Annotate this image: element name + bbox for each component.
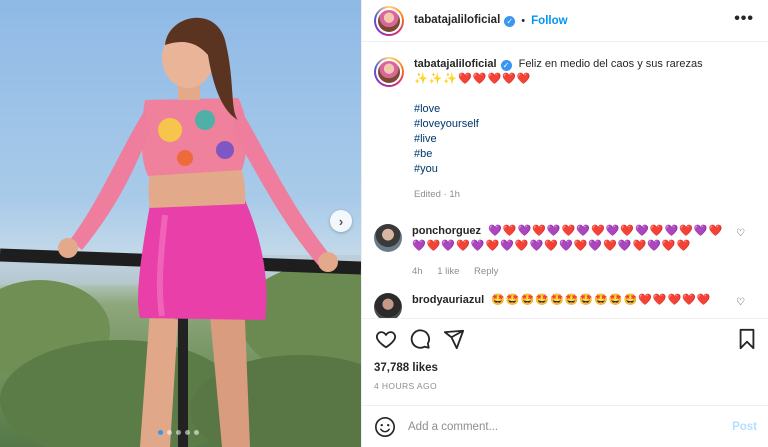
post-comment-button[interactable]: Post bbox=[732, 421, 757, 433]
heart-icon[interactable]: ♡ bbox=[736, 228, 745, 239]
commenter-username[interactable]: brodyauriazul bbox=[412, 294, 484, 306]
heart-icon[interactable]: ♡ bbox=[736, 297, 745, 308]
hashtag-link[interactable]: #be bbox=[414, 147, 703, 162]
caption-username[interactable]: tabatajaliloficial ✓ bbox=[414, 58, 512, 71]
more-icon[interactable]: ••• bbox=[734, 11, 754, 27]
comment-time: 4h bbox=[412, 266, 423, 277]
comment-meta: 4h 1 like Reply bbox=[412, 264, 732, 279]
caption-avatar[interactable] bbox=[374, 57, 404, 87]
carousel-dot bbox=[194, 430, 199, 435]
comment-item: ponchorguez 💜❤️💜❤️💜❤️💜❤️💜❤️💜❤️💜❤️💜❤️💜❤️💜… bbox=[374, 224, 757, 279]
hashtag-link[interactable]: #love bbox=[414, 102, 703, 117]
hashtag-list: #love #loveyourself #live #be #you bbox=[414, 102, 703, 177]
hashtag-link[interactable]: #you bbox=[414, 162, 703, 177]
bookmark-icon[interactable] bbox=[735, 327, 759, 351]
comment-box: Post bbox=[362, 405, 768, 447]
comment-text: 🤩🤩🤩🤩🤩🤩🤩🤩🤩🤩❤️❤️❤️❤️❤️ bbox=[491, 294, 712, 306]
commenter-avatar[interactable] bbox=[374, 293, 402, 318]
action-bar bbox=[362, 318, 768, 358]
share-icon[interactable] bbox=[442, 327, 466, 351]
post-photo[interactable]: › bbox=[0, 0, 361, 447]
caption-text: Feliz en medio del caos y sus rarezas bbox=[518, 58, 703, 70]
author-avatar[interactable] bbox=[374, 5, 404, 36]
carousel-dot bbox=[176, 430, 181, 435]
comment-reply-button[interactable]: Reply bbox=[474, 266, 498, 277]
carousel-dot bbox=[167, 430, 172, 435]
verified-icon: ✓ bbox=[504, 16, 516, 27]
header-separator: • bbox=[521, 14, 526, 27]
verified-icon: ✓ bbox=[500, 60, 512, 71]
post-timestamp[interactable]: 4 HOURS AGO bbox=[374, 381, 437, 391]
follow-button[interactable]: Follow bbox=[531, 15, 567, 27]
author-username[interactable]: tabatajaliloficial ✓ bbox=[414, 14, 516, 27]
comment-likes[interactable]: 1 like bbox=[437, 266, 459, 277]
heart-icon[interactable] bbox=[374, 327, 398, 351]
caption-emojis: ✨✨✨❤️❤️❤️❤️❤️ bbox=[414, 73, 532, 85]
comment-input[interactable] bbox=[408, 420, 733, 433]
caption-edited: Edited · 1h bbox=[414, 189, 460, 200]
post-header: tabatajaliloficial ✓ • Follow ••• bbox=[362, 0, 768, 42]
carousel-dot bbox=[158, 430, 163, 435]
comment-icon[interactable] bbox=[408, 327, 432, 351]
post-image-illustration bbox=[0, 17, 361, 447]
comments-list[interactable]: tabatajaliloficial ✓ Feliz en medio del c… bbox=[362, 43, 768, 318]
comment-item: brodyauriazul 🤩🤩🤩🤩🤩🤩🤩🤩🤩🤩❤️❤️❤️❤️❤️ ♡ bbox=[374, 293, 757, 318]
likes-count[interactable]: 37,788 likes bbox=[374, 362, 438, 374]
emoji-icon[interactable] bbox=[374, 416, 396, 438]
carousel-next-icon[interactable]: › bbox=[330, 210, 352, 232]
carousel-dot bbox=[185, 430, 190, 435]
post-caption: tabatajaliloficial ✓ Feliz en medio del c… bbox=[374, 57, 757, 202]
post-side-panel: tabatajaliloficial ✓ • Follow ••• tabataj… bbox=[361, 0, 768, 447]
commenter-avatar[interactable] bbox=[374, 224, 402, 252]
hashtag-link[interactable]: #loveyourself bbox=[414, 117, 703, 132]
carousel-indicator bbox=[158, 430, 199, 435]
hashtag-link[interactable]: #live bbox=[414, 132, 703, 147]
commenter-username[interactable]: ponchorguez bbox=[412, 225, 481, 237]
